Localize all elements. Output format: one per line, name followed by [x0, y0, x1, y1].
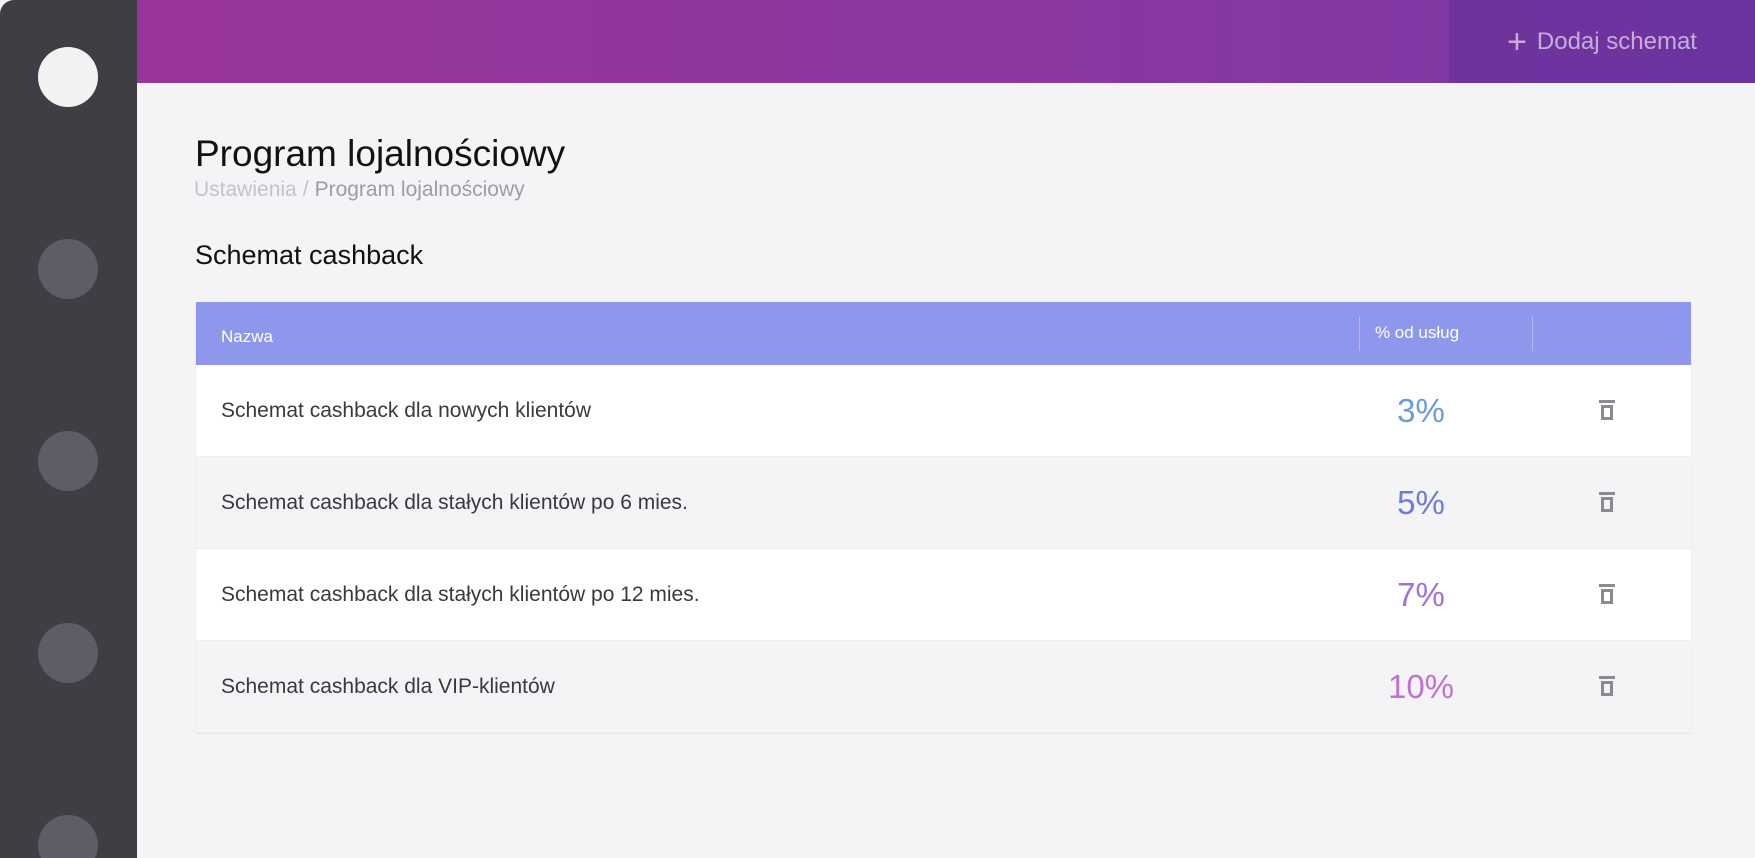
trash-icon[interactable] — [1596, 674, 1618, 698]
trash-icon[interactable] — [1596, 398, 1618, 422]
column-header-name: Nazwa — [221, 327, 273, 346]
add-scheme-button[interactable]: + Dodaj schemat — [1449, 0, 1755, 83]
cashback-table: Nazwa % od usług Schemat cashback dla no… — [196, 302, 1691, 733]
table-header: Nazwa % od usług — [196, 302, 1691, 365]
scheme-name: Schemat cashback dla nowych klientów — [221, 399, 592, 422]
plus-icon: + — [1507, 22, 1527, 61]
nav-item-5[interactable] — [38, 815, 98, 858]
nav-item-1[interactable] — [38, 47, 98, 107]
column-divider — [1532, 317, 1533, 351]
table-row[interactable]: Schemat cashback dla stałych klientów po… — [196, 457, 1691, 549]
section-title: Schemat cashback — [195, 240, 424, 270]
sidebar — [0, 0, 137, 858]
table-row[interactable]: Schemat cashback dla nowych klientów 3% — [196, 365, 1691, 457]
scheme-percent: 7% — [1397, 576, 1445, 613]
nav-item-4[interactable] — [38, 623, 98, 683]
trash-icon[interactable] — [1596, 582, 1618, 606]
scheme-name: Schemat cashback dla stałych klientów po… — [221, 491, 688, 514]
column-header-percent: % od usług — [1374, 323, 1460, 342]
table-body: Schemat cashback dla nowych klientów 3% Sc… — [196, 365, 1691, 733]
table-row[interactable]: Schemat cashback dla stałych klientów po… — [196, 549, 1691, 641]
nav-item-3[interactable] — [38, 431, 98, 491]
top-bar: + Dodaj schemat — [137, 0, 1755, 83]
trash-icon[interactable] — [1596, 490, 1618, 514]
breadcrumb: Ustawienia / Program lojalnościowy — [194, 178, 525, 202]
breadcrumb-separator: / — [302, 178, 309, 201]
breadcrumb-parent-link[interactable]: Ustawienia — [194, 178, 297, 201]
scheme-name: Schemat cashback dla VIP-klientów — [221, 675, 555, 698]
page-title: Program lojalnościowy — [195, 133, 566, 174]
breadcrumb-current: Program lojalnościowy — [314, 178, 525, 201]
add-scheme-label: Dodaj schemat — [1536, 27, 1697, 55]
nav-item-2[interactable] — [38, 239, 98, 299]
table-row[interactable]: Schemat cashback dla VIP-klientów 10% — [196, 641, 1691, 733]
scheme-percent: 3% — [1397, 392, 1445, 429]
scheme-percent: 10% — [1387, 668, 1455, 705]
scheme-percent: 5% — [1397, 484, 1445, 521]
scheme-name: Schemat cashback dla stałych klientów po… — [221, 583, 700, 606]
